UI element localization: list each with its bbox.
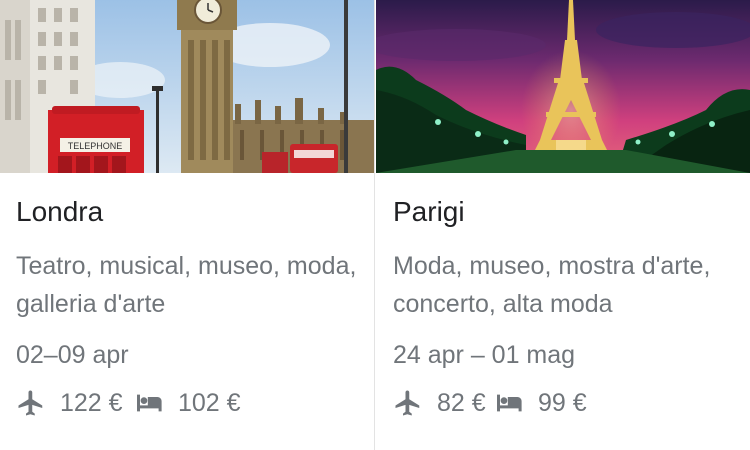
airplane-icon: [18, 390, 43, 416]
city-title: Parigi: [393, 196, 465, 227]
paris-photo: [376, 0, 750, 173]
city-tags: Teatro, musical, museo, moda, galleria d…: [16, 252, 357, 318]
bed-icon: [137, 394, 162, 412]
travel-dates: 24 apr – 01 mag: [393, 341, 576, 369]
svg-text:TELEPHONE: TELEPHONE: [68, 141, 123, 151]
bed-icon: [497, 394, 522, 412]
london-photo: TELEPHONE: [0, 0, 374, 173]
price-row: 122 € 102 €: [16, 385, 241, 421]
destination-card-london[interactable]: TELEPHONE Londra Teatro, musical, museo,…: [0, 0, 374, 450]
hotel-price: 99 €: [494, 389, 587, 418]
card-divider: [374, 0, 375, 450]
hotel-price-value: 99 €: [538, 388, 587, 417]
flight-price-value: 82 €: [437, 388, 486, 417]
destination-cards: TELEPHONE Londra Teatro, musical, museo,…: [0, 0, 750, 450]
price-row: 82 € 99 €: [393, 385, 587, 421]
city-tags: Moda, museo, mostra d'arte, concerto, al…: [393, 252, 711, 318]
hotel-price: 102 €: [134, 389, 241, 418]
flight-price: 122 €: [16, 388, 134, 418]
flight-price: 82 €: [393, 388, 494, 418]
destination-card-paris[interactable]: Parigi Moda, museo, mostra d'arte, conce…: [376, 0, 750, 450]
airplane-icon: [395, 390, 420, 416]
hotel-price-value: 102 €: [178, 388, 241, 417]
travel-dates: 02–09 apr: [16, 341, 129, 369]
flight-price-value: 122 €: [60, 388, 123, 417]
city-title: Londra: [16, 196, 104, 227]
